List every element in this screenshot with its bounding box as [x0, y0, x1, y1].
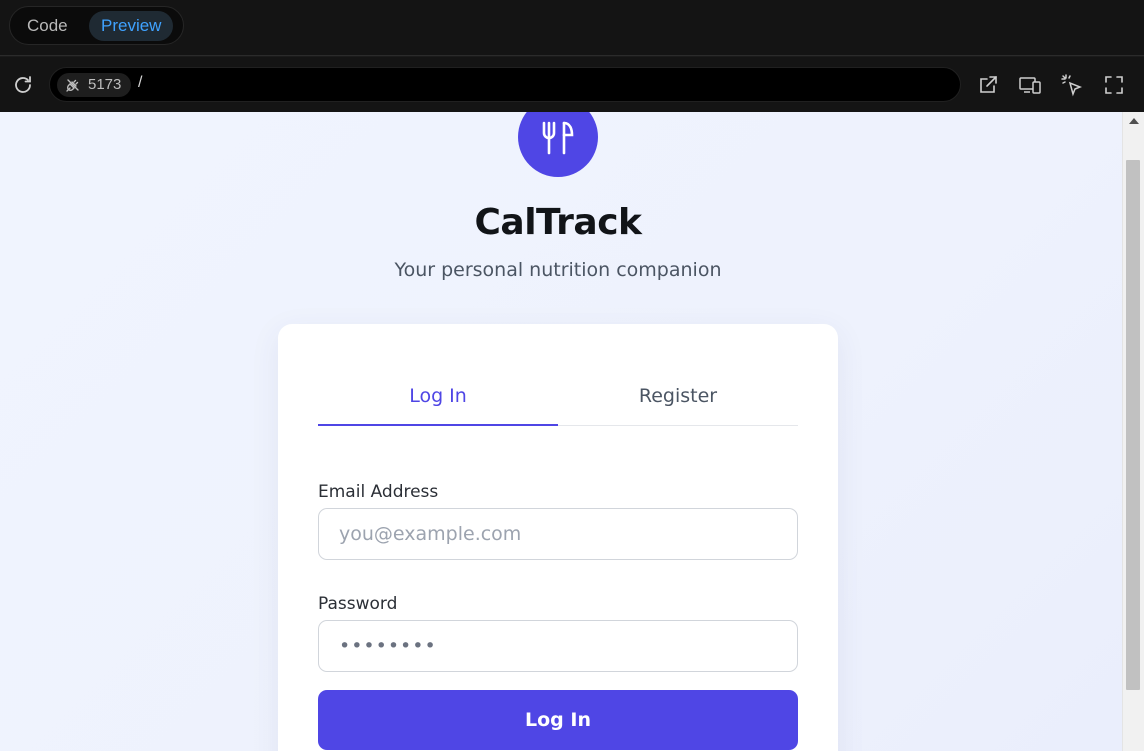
scroll-thumb[interactable] [1126, 160, 1140, 690]
open-external-icon[interactable] [976, 73, 1000, 97]
fullscreen-icon[interactable] [1102, 73, 1126, 97]
auth-tabs: Log In Register [318, 364, 798, 426]
log-in-button[interactable]: Log In [318, 690, 798, 750]
url-path[interactable]: / [138, 74, 142, 92]
password-field[interactable] [318, 620, 798, 672]
email-label: Email Address [318, 482, 439, 502]
vertical-scrollbar[interactable] [1122, 112, 1144, 751]
fork-knife-icon [542, 121, 574, 155]
code-mode-button[interactable]: Code [15, 11, 80, 41]
responsive-devices-icon[interactable] [1018, 73, 1042, 97]
plug-icon [66, 79, 79, 92]
app-logo [518, 112, 598, 177]
email-field[interactable] [318, 508, 798, 560]
mode-switch: Code Preview [9, 6, 184, 45]
tab-log-in[interactable]: Log In [318, 364, 558, 426]
scroll-up-arrow-icon[interactable] [1129, 118, 1139, 124]
preview-mode-button[interactable]: Preview [89, 11, 174, 41]
auth-card: Log In Register Email Address Password L… [278, 324, 838, 751]
preview-viewport: CalTrack Your personal nutrition compani… [0, 112, 1122, 751]
app-title: CalTrack [474, 202, 642, 243]
reload-icon[interactable] [11, 73, 35, 97]
url-box[interactable]: 5173 / [49, 67, 961, 102]
port-chip[interactable]: 5173 [57, 73, 131, 97]
password-label: Password [318, 594, 398, 614]
tab-register[interactable]: Register [558, 364, 798, 426]
top-bar: Code Preview [0, 0, 1144, 56]
port-number: 5173 [88, 76, 122, 93]
inspect-pointer-icon[interactable] [1060, 73, 1084, 97]
app-subtitle: Your personal nutrition companion [394, 259, 722, 281]
